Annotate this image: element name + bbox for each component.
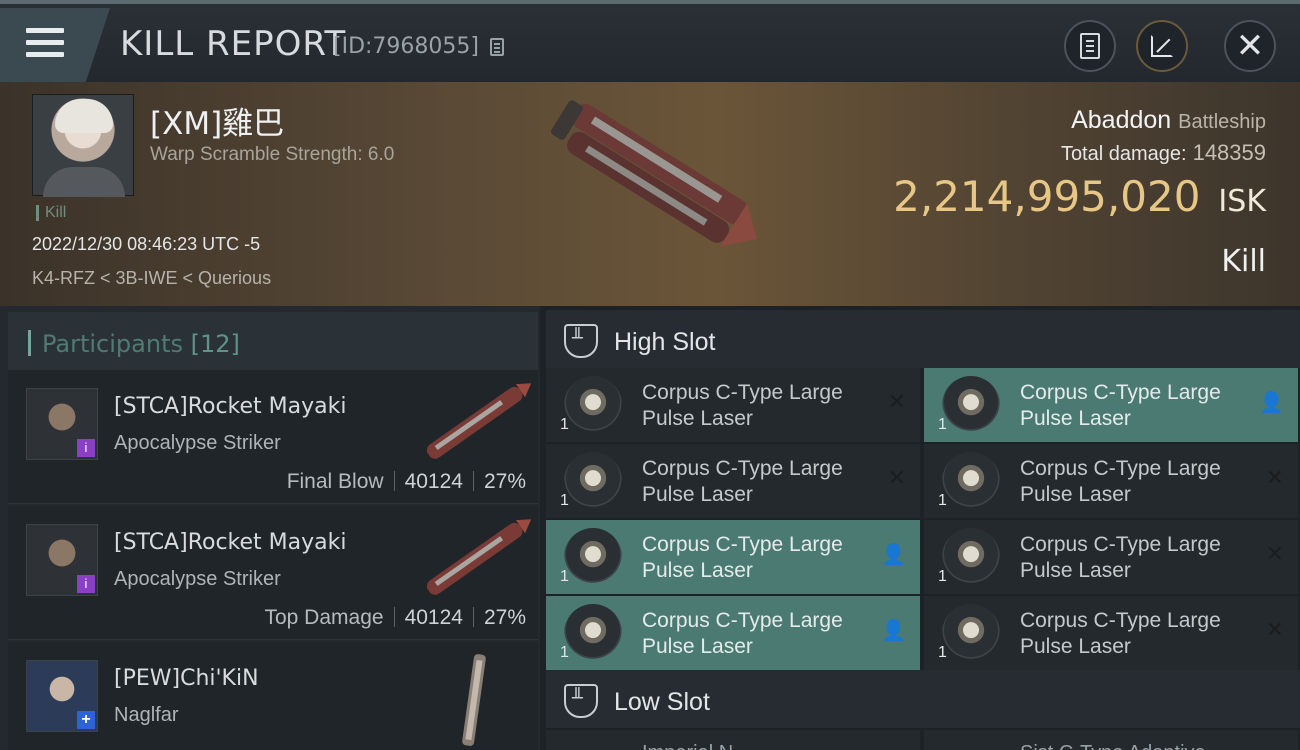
share-icon: [1151, 35, 1173, 57]
title-bar: KILL REPORT [ID:7968055] ✕: [0, 0, 1300, 82]
participant-stats: Top Damage 40124 27%: [264, 606, 526, 629]
dropped-icon: 👤: [881, 618, 906, 642]
report-id: [ID:7968055]: [333, 34, 479, 59]
pulse-laser-icon: [942, 528, 1000, 586]
high-slot-icon: [564, 324, 598, 358]
high-slot-header: High Slot: [546, 310, 1300, 368]
pulse-laser-icon: [564, 604, 622, 662]
participant-row[interactable]: i [STCA]Rocket Mayaki Apocalypse Striker…: [8, 506, 538, 640]
dropped-icon: 👤: [881, 542, 906, 566]
participant-ship: Naglfar: [114, 704, 179, 726]
participants-header: Participants [12]: [8, 312, 538, 370]
kill-datetime: 2022/12/30 08:46:23 UTC -5: [32, 234, 261, 254]
participants-panel: Participants [12] i [STCA]Rocket Mayaki …: [0, 306, 540, 750]
close-button[interactable]: ✕: [1224, 20, 1276, 72]
participant-ship: Apocalypse Striker: [114, 568, 281, 590]
clipboard-button[interactable]: [1064, 20, 1116, 72]
participant-ship-image: [462, 654, 486, 746]
menu-icon: [26, 28, 64, 58]
page-title: KILL REPORT: [120, 24, 347, 64]
fitting-panel: High Slot 1 Corpus C-Type Large Pulse La…: [540, 306, 1300, 750]
corp-badge-icon: +: [77, 711, 95, 729]
participant-stats: Final Blow 40124 27%: [286, 470, 526, 493]
participant-row[interactable]: i [STCA]Rocket Mayaki Apocalypse Striker…: [8, 370, 538, 504]
destroyed-icon: ✕: [1265, 618, 1284, 643]
module-item[interactable]: 1 Corpus C-Type Large Pulse Laser ✕: [924, 596, 1298, 670]
participant-name: [STCA]Rocket Mayaki: [114, 530, 347, 555]
victim-name[interactable]: [XM]雞巴: [150, 98, 284, 143]
isk-value: 2,214,995,020 ISK: [893, 172, 1266, 221]
menu-button[interactable]: [0, 8, 110, 82]
kill-tag: Kill: [36, 205, 66, 221]
victim-portrait[interactable]: [32, 94, 134, 197]
kill-location[interactable]: K4-RFZ < 3B-IWE < Querious: [32, 268, 271, 289]
module-item[interactable]: 1 Corpus C-Type Large Pulse Laser 👤: [546, 596, 920, 670]
corp-badge-icon: i: [77, 575, 95, 593]
participant-ship-image: [426, 519, 532, 595]
pulse-laser-icon: [942, 604, 1000, 662]
kill-type: Kill: [1221, 244, 1266, 279]
victim-ship-image[interactable]: [540, 96, 770, 266]
participant-ship: Apocalypse Striker: [114, 432, 281, 454]
module-item[interactable]: 1 Corpus C-Type Large Pulse Laser 👤: [924, 368, 1298, 442]
dropped-icon: 👤: [1259, 390, 1284, 414]
module-item[interactable]: 1 Corpus C-Type Large Pulse Laser ✕: [546, 368, 920, 442]
pulse-laser-icon: [942, 452, 1000, 510]
module-item[interactable]: 1 Corpus C-Type Large Pulse Laser ✕: [924, 444, 1298, 518]
pulse-laser-icon: [564, 452, 622, 510]
ship-name[interactable]: Abaddon Battleship: [1071, 106, 1266, 135]
warp-scramble: Warp Scramble Strength: 6.0: [150, 144, 395, 165]
participant-portrait: i: [26, 524, 98, 596]
pulse-laser-icon: [564, 528, 622, 586]
module-item[interactable]: 1 Corpus C-Type Large Pulse Laser 👤: [546, 520, 920, 594]
low-slot-icon: [564, 684, 598, 718]
low-slot-header: Low Slot: [546, 670, 1300, 728]
destroyed-icon: ✕: [1265, 466, 1284, 491]
participant-row[interactable]: + [PEW]Chi'KiN Naglfar: [8, 642, 538, 750]
corp-badge-icon: i: [77, 439, 95, 457]
participant-portrait: i: [26, 388, 98, 460]
destroyed-icon: ✕: [1265, 542, 1284, 567]
clipboard-icon: [1080, 33, 1100, 59]
module-item[interactable]: 1 Corpus C-Type Large Pulse Laser ✕: [546, 444, 920, 518]
copy-icon[interactable]: [490, 38, 504, 56]
pulse-laser-icon: [942, 376, 1000, 434]
total-damage: Total damage: 148359: [1060, 140, 1266, 165]
share-button[interactable]: [1136, 20, 1188, 72]
participant-ship-image: [426, 383, 532, 459]
destroyed-icon: ✕: [887, 466, 906, 491]
module-item[interactable]: Sist C-Type Adaptive: [924, 730, 1298, 750]
participant-name: [STCA]Rocket Mayaki: [114, 394, 347, 419]
module-item[interactable]: 1 Corpus C-Type Large Pulse Laser ✕: [924, 520, 1298, 594]
close-icon: ✕: [1235, 26, 1265, 66]
participant-name: [PEW]Chi'KiN: [114, 666, 259, 691]
pulse-laser-icon: [564, 376, 622, 434]
destroyed-icon: ✕: [887, 390, 906, 415]
participant-portrait: +: [26, 660, 98, 732]
module-item[interactable]: Imperial N: [546, 730, 920, 750]
